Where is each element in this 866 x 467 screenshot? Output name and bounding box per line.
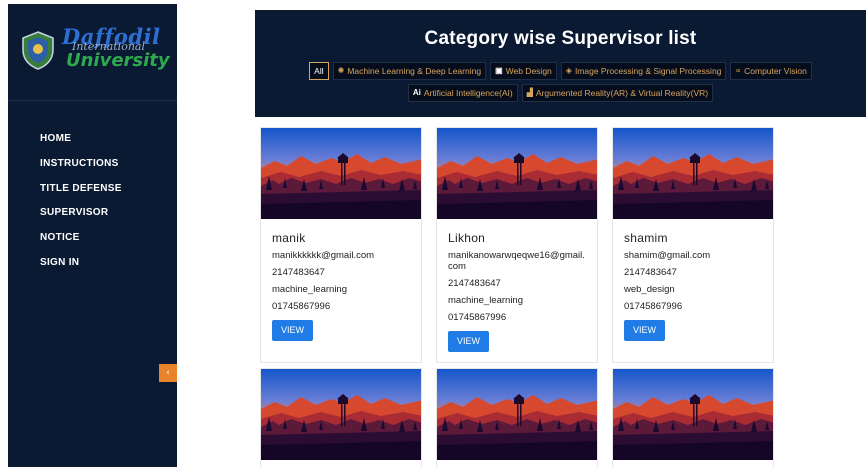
supervisor-id: 2147483647 (448, 278, 501, 289)
filter-ar-vr[interactable]: ▟ Argumented Reality(AR) & Virtual Reali… (521, 84, 714, 102)
supervisor-email: shamim@gmail.com (624, 250, 711, 261)
sidebar-item-label[interactable]: SUPERVISOR (40, 203, 108, 223)
sidebar-item-supervisor[interactable]: SUPERVISOR (40, 200, 122, 225)
sidebar-item-home[interactable]: HOME (40, 126, 122, 151)
logo-text-university: University (66, 50, 170, 71)
chart-icon: ▟ (526, 88, 533, 97)
filter-machine-learning[interactable]: ✺ Machine Learning & Deep Learning (332, 62, 487, 80)
filter-label: Machine Learning & Deep Learning (347, 66, 482, 76)
chevron-left-icon: ‹ (166, 368, 170, 378)
supervisor-card (436, 368, 598, 467)
landscape-image (261, 128, 422, 219)
filter-web-design[interactable]: ▣ Web Design (490, 62, 557, 80)
view-button[interactable]: VIEW (272, 320, 314, 341)
sidebar-item-label[interactable]: HOME (40, 129, 71, 149)
supervisor-category: machine_learning (272, 284, 347, 295)
filter-label: Computer Vision (744, 66, 807, 76)
sidebar-item-sign-in[interactable]: SIGN IN (40, 250, 122, 275)
landscape-image (613, 369, 774, 460)
supervisor-phone: 01745867996 (272, 301, 331, 312)
filter-label: Image Processing & Signal Processing (574, 66, 722, 76)
supervisor-card: Likhon manikanowarwqeqwe16@gmail.com 214… (436, 127, 598, 363)
university-logo[interactable]: Daffodil International University (20, 24, 170, 76)
supervisor-card: shamim shamim@gmail.com 2147483647 web_d… (612, 127, 774, 363)
supervisor-name: shamim (624, 231, 668, 245)
filter-label: Argumented Reality(AR) & Virtual Reality… (535, 88, 709, 98)
filter-label: All (314, 66, 324, 76)
filter-all[interactable]: All (309, 62, 329, 80)
sidebar-item-instructions[interactable]: INSTRUCTIONS (40, 151, 122, 176)
landscape-image (613, 128, 774, 219)
sidebar-divider (8, 100, 177, 101)
filter-computer-vision[interactable]: ∝ Computer Vision (730, 62, 812, 80)
gear-icon: ✺ (337, 66, 345, 75)
sidebar-collapse-button[interactable]: ‹ (159, 364, 177, 382)
window-icon: ▣ (495, 66, 503, 75)
sidebar: Daffodil International University HOME I… (8, 4, 177, 467)
page-title: Category wise Supervisor list (424, 28, 697, 49)
sidebar-nav: HOME INSTRUCTIONS TITLE DEFENSE SUPERVIS… (40, 126, 122, 275)
supervisor-name: manik (272, 231, 306, 245)
sidebar-item-label[interactable]: INSTRUCTIONS (40, 154, 119, 174)
view-button[interactable]: VIEW (624, 320, 666, 341)
supervisor-card: manik manikkkkkk@gmail.com 2147483647 ma… (260, 127, 422, 363)
sidebar-item-title-defense[interactable]: TITLE DEFENSE (40, 176, 122, 201)
supervisor-id: 2147483647 (624, 267, 677, 278)
layers-icon: ◈ (565, 66, 572, 75)
view-button[interactable]: VIEW (448, 331, 490, 352)
supervisor-email: manikanowarwqeqwe16@gmail.com (448, 250, 585, 272)
landscape-image (437, 128, 598, 219)
sidebar-item-notice[interactable]: NOTICE (40, 225, 122, 250)
ai-icon: Ai (412, 88, 421, 97)
supervisor-category: machine_learning (448, 295, 523, 306)
filter-label: Web Design (505, 66, 552, 76)
supervisor-card (612, 368, 774, 467)
supervisor-name: Likhon (448, 231, 486, 245)
supervisor-email: manikkkkkk@gmail.com (272, 250, 375, 261)
category-filter-bar: All ✺ Machine Learning & Deep Learning ▣… (255, 62, 866, 102)
landscape-image (261, 369, 422, 460)
supervisor-category: web_design (624, 284, 675, 295)
supervisor-card (260, 368, 422, 467)
share-icon: ∝ (735, 66, 742, 75)
filter-artificial-intelligence[interactable]: Ai Artificial Intelligence(AI) (407, 84, 518, 102)
filter-label: Artificial Intelligence(AI) (423, 88, 513, 98)
landscape-image (437, 369, 598, 460)
sidebar-item-label[interactable]: NOTICE (40, 228, 80, 248)
filter-image-processing[interactable]: ◈ Image Processing & Signal Processing (560, 62, 727, 80)
sidebar-item-label[interactable]: SIGN IN (40, 253, 79, 273)
shield-icon (22, 31, 54, 70)
supervisor-phone: 01745867996 (448, 312, 507, 323)
category-header: Category wise Supervisor list All ✺ Mach… (255, 10, 866, 117)
supervisor-id: 2147483647 (272, 267, 325, 278)
sidebar-item-label[interactable]: TITLE DEFENSE (40, 179, 122, 199)
supervisor-phone: 01745867996 (624, 301, 683, 312)
